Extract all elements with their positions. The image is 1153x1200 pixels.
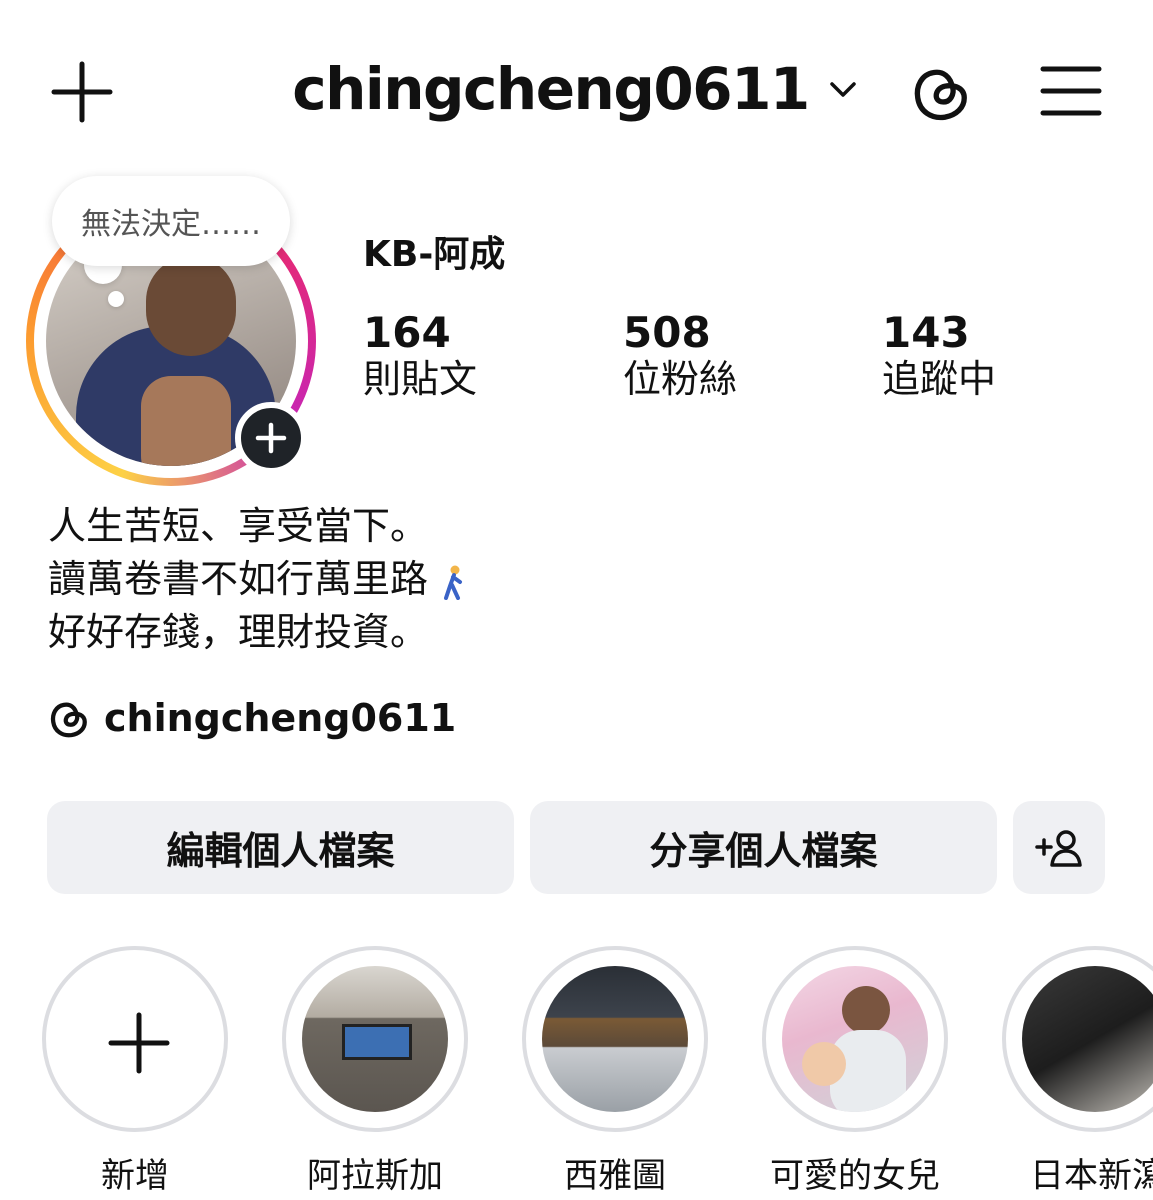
new-highlight-circle[interactable] (42, 946, 228, 1132)
highlight-new[interactable]: 新增 (40, 946, 230, 1197)
highlight-circle[interactable] (1002, 946, 1153, 1132)
posts-stat[interactable]: 164 則貼文 (363, 308, 478, 404)
account-switcher: chingcheng0611 (0, 55, 1153, 123)
highlight-cover (1022, 966, 1153, 1112)
chevron-down-icon[interactable] (827, 73, 859, 105)
following-label: 追蹤中 (882, 357, 997, 402)
highlight-circle[interactable] (762, 946, 948, 1132)
highlight-cover (782, 966, 928, 1112)
display-name: KB-阿成 (363, 234, 506, 275)
posts-label: 則貼文 (363, 357, 478, 402)
highlight-circle[interactable] (282, 946, 468, 1132)
highlight-circle[interactable] (522, 946, 708, 1132)
highlight-item[interactable]: 阿拉斯加 (280, 946, 470, 1197)
threads-icon (50, 702, 87, 738)
profile-note[interactable]: 無法決定…… (52, 176, 290, 266)
walking-person-emoji (444, 565, 463, 600)
menu-icon[interactable] (1040, 63, 1102, 119)
highlight-cover (302, 966, 448, 1112)
highlight-item[interactable]: 西雅圖 (520, 946, 710, 1197)
bio-line-wrap: 讀萬卷書不如行萬里路 (48, 553, 468, 606)
posts-count: 164 (363, 308, 451, 357)
following-count: 143 (882, 308, 970, 357)
username-title[interactable]: chingcheng0611 (292, 55, 810, 123)
bio: 人生苦短、享受當下。 讀萬卷書不如行萬里路 好好存錢，理財投資。 (48, 500, 468, 659)
highlight-label: 可愛的女兒 (770, 1156, 940, 1196)
note-bubble-tail-small (108, 291, 124, 307)
highlight-label: 新增 (101, 1156, 169, 1196)
add-story-button[interactable] (235, 402, 307, 474)
followers-count: 508 (623, 308, 711, 357)
discover-people-button[interactable] (1013, 801, 1105, 894)
bio-line: 好好存錢，理財投資。 (48, 610, 429, 654)
highlight-label: 阿拉斯加 (307, 1156, 443, 1196)
share-profile-button[interactable]: 分享個人檔案 (530, 801, 997, 894)
threads-icon[interactable] (910, 60, 972, 124)
plus-icon (108, 1012, 170, 1074)
plus-icon (255, 422, 287, 454)
threads-profile-link[interactable]: chingcheng0611 (48, 696, 456, 740)
followers-label: 位粉絲 (623, 357, 738, 402)
top-bar: chingcheng0611 (0, 0, 1153, 180)
highlight-item[interactable]: 日本新瀉 (1000, 946, 1153, 1197)
followers-stat[interactable]: 508 位粉絲 (623, 308, 738, 404)
highlight-item[interactable]: 可愛的女兒 (760, 946, 950, 1197)
following-stat[interactable]: 143 追蹤中 (882, 308, 997, 404)
add-person-icon (1035, 829, 1082, 867)
edit-profile-button[interactable]: 編輯個人檔案 (47, 801, 514, 894)
threads-handle: chingcheng0611 (104, 696, 457, 740)
highlight-label: 日本新瀉 (1030, 1156, 1153, 1196)
profile-page: chingcheng0611 無法決定…… KB-阿成 164 則貼文 508 … (0, 0, 1153, 1200)
highlight-label: 西雅圖 (564, 1156, 666, 1196)
highlight-cover (542, 966, 688, 1112)
bio-line: 人生苦短、享受當下。 (48, 504, 429, 548)
bio-line: 讀萬卷書不如行萬里路 (48, 557, 429, 601)
